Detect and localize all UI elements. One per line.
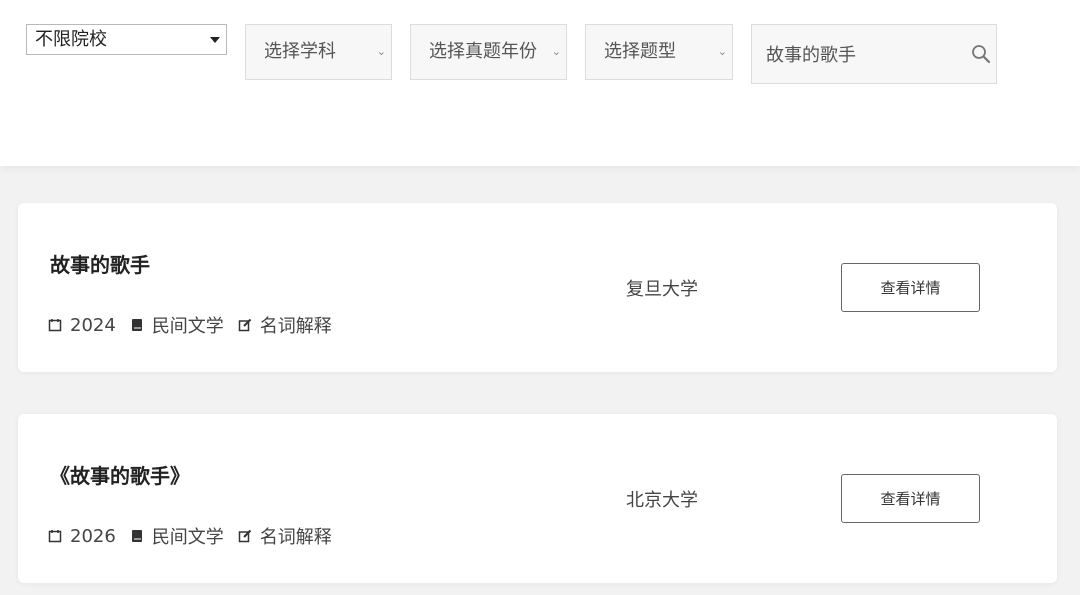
- meta-type-value: 名词解释: [259, 316, 332, 337]
- view-details-button[interactable]: 查看详情: [841, 474, 980, 523]
- school-select[interactable]: 不限院校: [26, 24, 227, 55]
- edit-icon: [238, 529, 252, 543]
- chevron-down-icon: ⌄: [376, 45, 386, 58]
- book-icon: [131, 530, 142, 542]
- subject-select-label: 选择学科: [264, 41, 336, 62]
- meta-subject: 民间文学: [130, 312, 224, 338]
- filter-bar: 不限院校 选择学科 ⌄ 选择真题年份 ⌄ 选择题型 ⌄: [0, 0, 1080, 166]
- result-title[interactable]: 《故事的歌手》: [50, 460, 190, 489]
- year-select-label: 选择真题年份: [429, 41, 537, 62]
- book-icon: [131, 319, 142, 331]
- meta-subject-value: 民间文学: [151, 527, 224, 548]
- caret-down-icon: [210, 37, 220, 43]
- result-meta: 2026 民间文学 名词解释: [48, 524, 346, 548]
- type-select[interactable]: 选择题型 ⌄: [585, 24, 733, 80]
- search-box: [751, 24, 997, 84]
- chevron-down-icon: ⌄: [717, 45, 727, 58]
- type-select-label: 选择题型: [604, 41, 676, 62]
- meta-type: 名词解释: [238, 312, 332, 338]
- school-select-value: 不限院校: [35, 29, 107, 50]
- result-meta: 2024 民间文学 名词解释: [48, 313, 346, 337]
- result-title[interactable]: 故事的歌手: [50, 249, 150, 278]
- meta-year-value: 2024: [70, 314, 116, 336]
- result-card: 故事的歌手 2024 民间文学 名词解释 复旦大学 查看详情: [18, 203, 1057, 372]
- result-school: 复旦大学: [626, 279, 698, 300]
- calendar-icon: [48, 319, 62, 332]
- subject-select[interactable]: 选择学科 ⌄: [245, 24, 392, 80]
- chevron-down-icon: ⌄: [551, 45, 561, 58]
- result-card: 《故事的歌手》 2026 民间文学 名词解释 北京大学 查看详情: [18, 414, 1057, 583]
- search-icon[interactable]: [970, 43, 992, 65]
- meta-year: 2026: [48, 526, 116, 547]
- meta-year: 2024: [48, 315, 116, 336]
- meta-type-value: 名词解释: [259, 527, 332, 548]
- edit-icon: [238, 318, 252, 332]
- calendar-icon: [48, 530, 62, 543]
- meta-year-value: 2026: [70, 525, 116, 547]
- meta-subject: 民间文学: [130, 523, 224, 549]
- meta-type: 名词解释: [238, 523, 332, 549]
- view-details-button[interactable]: 查看详情: [841, 263, 980, 312]
- result-school: 北京大学: [626, 490, 698, 511]
- year-select[interactable]: 选择真题年份 ⌄: [410, 24, 567, 80]
- meta-subject-value: 民间文学: [151, 316, 224, 337]
- search-input[interactable]: [752, 25, 962, 83]
